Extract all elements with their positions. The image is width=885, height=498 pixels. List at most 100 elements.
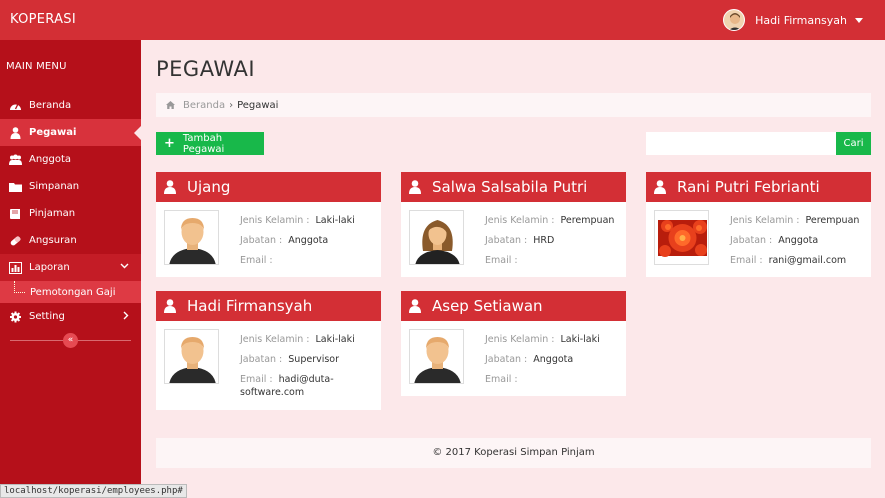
user-menu[interactable]: Hadi Firmansyah [723, 9, 863, 31]
sidebar-collapse-button[interactable]: « [63, 333, 78, 348]
plus-icon: + [164, 136, 175, 151]
employee-photo [409, 329, 464, 384]
email-value[interactable]: rani@gmail.com [769, 255, 847, 266]
sidebar-item-label: Setting [29, 311, 65, 322]
position-value: Anggota [533, 354, 574, 365]
users-icon [9, 154, 22, 166]
employee-name[interactable]: Salwa Salsabila Putri [432, 178, 587, 196]
caret-down-icon [855, 17, 863, 23]
gender-label: Jenis Kelamin : [485, 215, 555, 226]
page-title: PEGAWAI [156, 57, 256, 81]
position-label: Jabatan : [485, 235, 528, 246]
sidebar-item-angsuran[interactable]: Angsuran [0, 227, 141, 254]
submenu-label: Pemotongan Gaji [30, 286, 116, 298]
sidebar-item-simpanan[interactable]: Simpanan [0, 173, 141, 200]
employee-name[interactable]: Asep Setiawan [432, 297, 543, 315]
gender-value: Laki-laki [315, 334, 355, 345]
user-icon [9, 126, 22, 139]
main-content: PEGAWAI Beranda › Pegawai + Tambah Pegaw… [141, 40, 885, 498]
employee-card[interactable]: Hadi Firmansyah Jenis Kelamin : Laki-laki… [156, 291, 381, 410]
gender-value: Laki-laki [315, 215, 355, 226]
user-name: Hadi Firmansyah [755, 13, 847, 27]
sidebar-menu: Beranda Pegawai Anggota Simpanan Pinjama… [0, 92, 141, 330]
breadcrumb-separator: › [229, 99, 234, 111]
breadcrumb-home-link[interactable]: Beranda [183, 100, 225, 111]
employee-card[interactable]: Ujang Jenis Kelamin : Laki-laki Jabatan :… [156, 172, 381, 277]
email-label: Email : [485, 374, 518, 385]
sidebar: MAIN MENU Beranda Pegawai Anggota Simpan… [0, 40, 141, 498]
sidebar-item-label: Anggota [29, 154, 72, 165]
folder-icon [9, 181, 22, 193]
employee-card[interactable]: Rani Putri Febrianti Jenis Kelamin : Pere… [646, 172, 871, 277]
menu-header: MAIN MENU [6, 61, 67, 72]
sidebar-item-beranda[interactable]: Beranda [0, 92, 141, 119]
employee-card-header: Ujang [156, 172, 381, 202]
sidebar-item-label: Simpanan [29, 181, 80, 192]
top-navbar: KOPERASI Hadi Firmansyah [0, 0, 885, 40]
search-button[interactable]: Cari [836, 132, 871, 155]
user-icon [409, 299, 421, 313]
user-icon [654, 180, 666, 194]
gender-value: Perempuan [805, 215, 860, 226]
email-label: Email : [485, 255, 518, 266]
gender-value: Laki-laki [560, 334, 600, 345]
employee-card-header: Salwa Salsabila Putri [401, 172, 626, 202]
employee-card[interactable]: Salwa Salsabila Putri Jenis Kelamin : Per… [401, 172, 626, 277]
employee-info: Jenis Kelamin : Perempuan Jabatan : HRD Em… [485, 211, 620, 271]
sidebar-item-laporan[interactable]: Laporan [0, 254, 141, 281]
gear-icon [9, 311, 22, 323]
position-value: Anggota [778, 235, 819, 246]
sidebar-item-setting[interactable]: Setting [0, 303, 141, 330]
sidebar-item-label: Angsuran [29, 235, 77, 246]
employee-name[interactable]: Ujang [187, 178, 230, 196]
email-label: Email : [240, 255, 273, 266]
employee-card[interactable]: Asep Setiawan Jenis Kelamin : Laki-laki J… [401, 291, 626, 396]
gender-label: Jenis Kelamin : [485, 334, 555, 345]
dashboard-icon [9, 100, 22, 112]
breadcrumb-current: Pegawai [237, 99, 279, 111]
employee-photo [409, 210, 464, 265]
sidebar-item-pegawai[interactable]: Pegawai [0, 119, 141, 146]
sidebar-item-pinjaman[interactable]: Pinjaman [0, 200, 141, 227]
user-icon [409, 180, 421, 194]
employee-info: Jenis Kelamin : Laki-laki Jabatan : Anggot… [240, 211, 375, 271]
pill-icon [9, 235, 22, 247]
employee-info: Jenis Kelamin : Perempuan Jabatan : Anggot… [730, 211, 865, 271]
user-icon [164, 180, 176, 194]
sidebar-subitem-pemotongan-gaji[interactable]: Pemotongan Gaji [0, 281, 141, 303]
employee-info: Jenis Kelamin : Laki-laki Jabatan : Superv… [240, 330, 375, 399]
employee-photo [164, 329, 219, 384]
sidebar-item-label: Pegawai [29, 127, 77, 138]
gender-label: Jenis Kelamin : [240, 215, 310, 226]
position-value: Anggota [288, 235, 329, 246]
employee-name[interactable]: Rani Putri Febrianti [677, 178, 820, 196]
position-value: Supervisor [288, 354, 340, 365]
add-employee-button[interactable]: + Tambah Pegawai [156, 132, 264, 155]
employee-photo [164, 210, 219, 265]
position-label: Jabatan : [485, 354, 528, 365]
home-icon[interactable] [166, 101, 175, 109]
position-label: Jabatan : [240, 235, 283, 246]
employee-name[interactable]: Hadi Firmansyah [187, 297, 312, 315]
footer: © 2017 Koperasi Simpan Pinjam [156, 438, 871, 468]
gender-label: Jenis Kelamin : [730, 215, 800, 226]
add-employee-label: Tambah Pegawai [182, 132, 225, 155]
search-input[interactable] [646, 132, 836, 155]
employee-photo [654, 210, 709, 265]
position-value: HRD [533, 235, 555, 246]
position-label: Jabatan : [730, 235, 773, 246]
employee-card-header: Rani Putri Febrianti [646, 172, 871, 202]
sidebar-item-label: Pinjaman [29, 208, 76, 219]
breadcrumb: Beranda › Pegawai [156, 93, 871, 117]
sidebar-item-label: Beranda [29, 100, 72, 111]
book-icon [9, 208, 22, 220]
sidebar-item-anggota[interactable]: Anggota [0, 146, 141, 173]
employee-card-header: Asep Setiawan [401, 291, 626, 321]
bar-chart-icon [9, 261, 22, 274]
brand-logo[interactable]: KOPERASI [10, 12, 76, 27]
chevron-right-icon [123, 311, 129, 323]
chevron-down-icon [120, 262, 129, 272]
email-label: Email : [730, 255, 763, 266]
gender-label: Jenis Kelamin : [240, 334, 310, 345]
email-label: Email : [240, 374, 273, 385]
